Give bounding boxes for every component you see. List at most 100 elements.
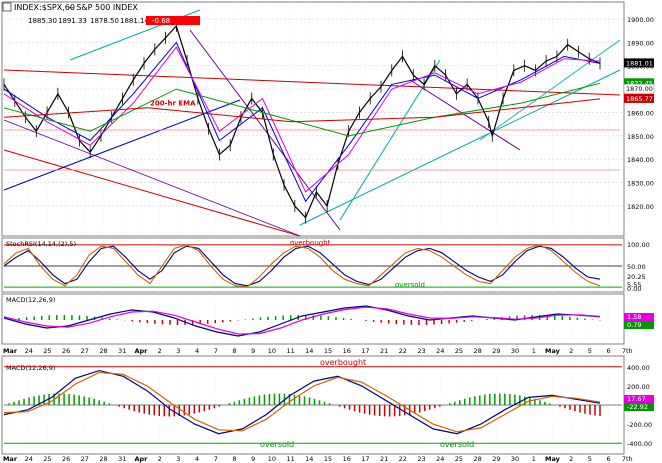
macd-oversold-label-2: oversold xyxy=(440,440,474,449)
x-tick-label-lower: 28 xyxy=(99,455,107,463)
stoch-tick-label: 50.00 xyxy=(627,263,646,271)
price-tick-label: 1830.00 xyxy=(627,180,654,188)
close-box-icon[interactable] xyxy=(2,2,12,12)
x-tick-label-upper: 23 xyxy=(417,347,425,355)
price-value-label: 1870.00 xyxy=(626,85,653,93)
stoch-value-label: 5.55 xyxy=(627,281,641,289)
x-tick-label-upper: Apr xyxy=(134,347,148,355)
x-tick-label-upper: 2 xyxy=(158,347,162,355)
x-tick-label-upper: 6 xyxy=(607,347,611,355)
x-tick-label-lower: 24 xyxy=(25,455,33,463)
x-tick-label-lower: 7th xyxy=(622,455,633,463)
price-tick-label: 1860.00 xyxy=(627,109,654,117)
price-tick-label: 1850.00 xyxy=(627,133,654,141)
x-tick-label-upper: 15 xyxy=(324,347,332,355)
x-tick-label-lower: 28 xyxy=(474,455,482,463)
x-tick-label-upper: 27 xyxy=(81,347,89,355)
x-tick-label-upper: 9 xyxy=(251,347,255,355)
x-tick-label-upper: 10 xyxy=(268,347,276,355)
x-tick-label-upper: 7th xyxy=(622,347,633,355)
x-tick-label-lower: 22 xyxy=(399,455,407,463)
ema-annotation: 200-hr EMA xyxy=(150,99,196,107)
x-tick-label-upper: 16 xyxy=(343,347,351,355)
price-tick-label: 1890.00 xyxy=(627,39,654,47)
x-tick-label-lower: 31 xyxy=(118,455,126,463)
macd-bottom-tick-label: 200.00 xyxy=(627,383,650,391)
stochrsi-title: StochRSI(14,14,(2),5) xyxy=(6,240,76,248)
x-tick-label-upper: 30 xyxy=(511,347,519,355)
x-tick-label-lower: 8 xyxy=(232,455,236,463)
header-name: -- S&P 500 INDEX xyxy=(68,3,138,12)
header-close: 1881.14 xyxy=(120,17,149,25)
x-tick-label-upper: 24 xyxy=(436,347,444,355)
header-change: -0.68 xyxy=(152,17,170,25)
macd-top-value-label: 1.58 xyxy=(627,313,641,321)
x-tick-label-lower: 23 xyxy=(417,455,425,463)
x-tick-label-lower: 9 xyxy=(251,455,255,463)
x-tick-label-lower: 7 xyxy=(214,455,218,463)
x-tick-label-upper: 3 xyxy=(176,347,180,355)
x-tick-label-upper: 22 xyxy=(399,347,407,355)
x-tick-label-lower: 1 xyxy=(532,455,536,463)
x-tick-label-lower: Apr xyxy=(134,455,148,463)
x-tick-label-upper: May xyxy=(545,347,561,355)
x-tick-label-lower: 21 xyxy=(380,455,388,463)
x-tick-label-lower: 25 xyxy=(43,455,51,463)
x-tick-label-upper: 17 xyxy=(361,347,369,355)
macd-bottom-tick-label: 400.00 xyxy=(627,364,650,372)
x-tick-label-lower: 29 xyxy=(492,455,500,463)
price-value-label: 1881.01 xyxy=(626,59,653,67)
stoch-value-label: 20.25 xyxy=(627,273,646,281)
x-tick-label-upper: 31 xyxy=(118,347,126,355)
x-tick-label-lower: Mar xyxy=(3,455,18,463)
x-tick-label-lower: 2 xyxy=(158,455,162,463)
x-tick-label-lower: 16 xyxy=(343,455,351,463)
x-tick-label-upper: 29 xyxy=(492,347,500,355)
macd-top-value-label: 0.79 xyxy=(627,321,641,329)
x-tick-label-lower: 11 xyxy=(286,455,294,463)
price-tick-label: 1820.00 xyxy=(627,203,654,211)
header-open: 1885.30 xyxy=(28,17,57,25)
macd-bottom-value-label: -22.92 xyxy=(627,403,648,411)
x-tick-label-upper: 11 xyxy=(286,347,294,355)
header-symbol: INDEX:$SPX,60 xyxy=(14,3,75,12)
macd-bottom-tick-label: -400.00 xyxy=(627,440,652,448)
x-tick-label-lower: 25 xyxy=(455,455,463,463)
x-tick-label-lower: May xyxy=(545,455,561,463)
x-tick-label-lower: 2 xyxy=(569,455,573,463)
price-tick-label: 1840.00 xyxy=(627,156,654,164)
x-tick-label-lower: 17 xyxy=(361,455,369,463)
x-tick-label-lower: 27 xyxy=(81,455,89,463)
macd-bottom-tick-label: -200.00 xyxy=(627,421,652,429)
x-tick-label-upper: Mar xyxy=(3,347,18,355)
x-tick-label-lower: 24 xyxy=(436,455,444,463)
x-tick-label-upper: 24 xyxy=(25,347,33,355)
overbought-label: overbought xyxy=(290,239,331,247)
x-tick-label-lower: 6 xyxy=(607,455,611,463)
macd-bottom-title: MACD(12,26,9) xyxy=(6,364,55,372)
x-tick-label-lower: 4 xyxy=(195,455,199,463)
x-tick-label-upper: 4 xyxy=(195,347,199,355)
x-tick-label-upper: 28 xyxy=(99,347,107,355)
header-high: 1891.33 xyxy=(58,17,87,25)
price-tick-label: 1900.00 xyxy=(627,16,654,24)
oversold-label: oversold xyxy=(395,281,425,289)
x-tick-label-upper: 26 xyxy=(62,347,70,355)
stock-chart-svg: 200-hr EMA StochRSI(14,14,(2),5) overboug… xyxy=(1,1,655,463)
x-tick-label-lower: 3 xyxy=(176,455,180,463)
x-tick-label-upper: 21 xyxy=(380,347,388,355)
x-tick-label-lower: 14 xyxy=(305,455,313,463)
macd-bottom-value-label: 17.67 xyxy=(627,395,646,403)
x-tick-label-upper: 8 xyxy=(232,347,236,355)
x-tick-label-lower: 10 xyxy=(268,455,276,463)
chart-stage: 200-hr EMA StochRSI(14,14,(2),5) overboug… xyxy=(0,0,662,463)
x-tick-label-lower: 26 xyxy=(62,455,70,463)
x-tick-label-lower: 30 xyxy=(511,455,519,463)
x-tick-label-upper: 25 xyxy=(43,347,51,355)
macd-top-title: MACD(12,26,9) xyxy=(6,296,55,304)
x-tick-label-upper: 14 xyxy=(305,347,313,355)
x-tick-label-upper: 1 xyxy=(532,347,536,355)
x-tick-label-lower: 15 xyxy=(324,455,332,463)
x-tick-label-upper: 28 xyxy=(474,347,482,355)
header-low: 1878.50 xyxy=(90,17,119,25)
